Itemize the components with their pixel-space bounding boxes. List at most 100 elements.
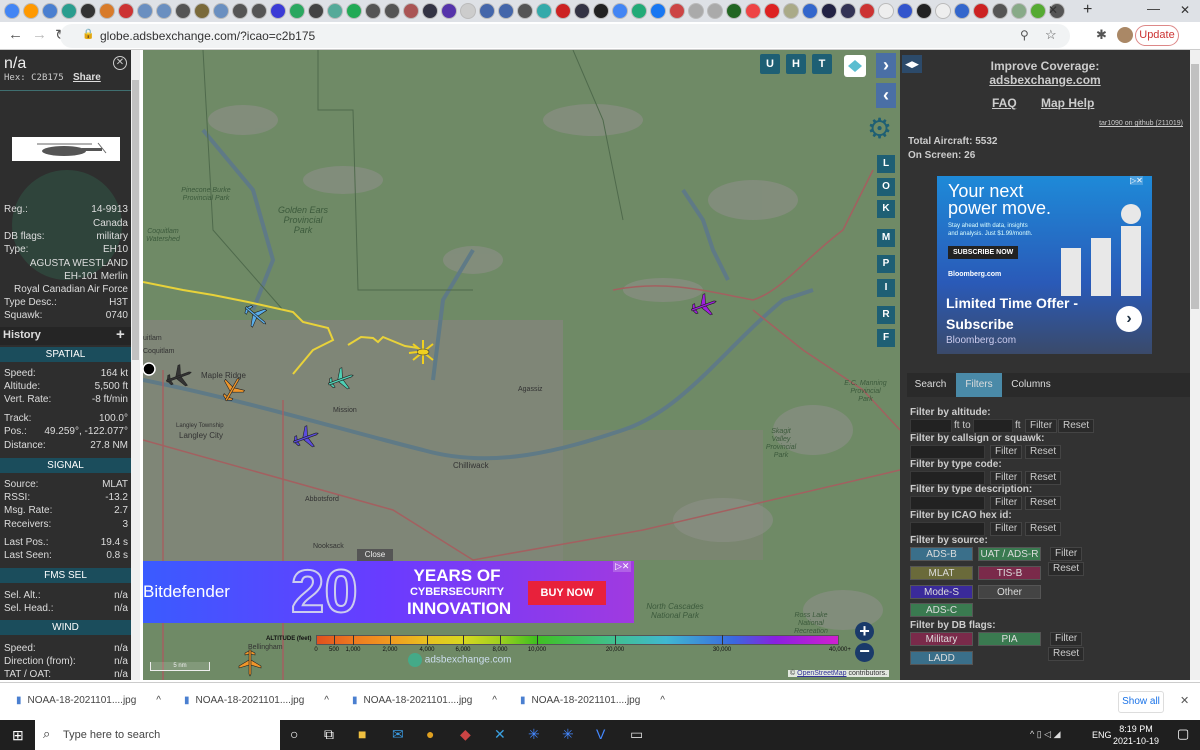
right-scrollbar[interactable]: [1190, 50, 1200, 680]
layers-button[interactable]: [844, 55, 866, 77]
flag-chip-military[interactable]: Military: [910, 632, 973, 646]
adchoices-icon[interactable]: ▷✕: [613, 561, 632, 572]
pinned-tab-favicon[interactable]: [707, 3, 723, 19]
expand-right-button[interactable]: ›: [876, 53, 896, 78]
window-close-icon[interactable]: ✕: [1180, 3, 1190, 17]
back-icon[interactable]: ←: [8, 26, 23, 43]
vscode-icon[interactable]: V: [596, 726, 605, 742]
tab-filters[interactable]: Filters: [956, 373, 1002, 397]
close-tab-icon[interactable]: ✕: [1048, 3, 1058, 17]
pinned-tab-favicon[interactable]: [1011, 3, 1027, 19]
toggle-sidebar-button[interactable]: ◀▶: [902, 55, 922, 73]
pinned-tab-favicon[interactable]: [175, 3, 191, 19]
download-item[interactable]: ▮ NOAA-18-2021101....jpg ^: [184, 695, 329, 706]
chevron-up-icon[interactable]: ^: [156, 695, 161, 706]
show-all-button[interactable]: Show all: [1118, 691, 1164, 713]
callsign-filter-button[interactable]: Filter: [990, 445, 1023, 459]
map-button-k[interactable]: K: [877, 200, 895, 218]
app-icon[interactable]: ✳: [562, 726, 574, 743]
pinned-tab-favicon[interactable]: [669, 3, 685, 19]
pinned-tab-favicon[interactable]: [916, 3, 932, 19]
callsign-reset-button[interactable]: Reset: [1025, 445, 1062, 459]
ad-next-button[interactable]: ›: [1116, 306, 1142, 332]
pinned-tab-favicon[interactable]: [1030, 3, 1046, 19]
chevron-up-icon[interactable]: ^: [324, 695, 329, 706]
typecode-reset-button[interactable]: Reset: [1025, 471, 1062, 485]
share-link[interactable]: Share: [73, 72, 101, 83]
pinned-tab-favicon[interactable]: [61, 3, 77, 19]
pinned-tab-favicon[interactable]: [384, 3, 400, 19]
pinned-tab-favicon[interactable]: [574, 3, 590, 19]
map-button-i[interactable]: I: [877, 279, 895, 297]
download-item[interactable]: ▮ NOAA-18-2021101....jpg ^: [16, 695, 161, 706]
ad-buy-now-button[interactable]: BUY NOW: [528, 581, 606, 605]
ad-close-button[interactable]: Close: [357, 549, 393, 561]
pinned-tab-favicon[interactable]: [441, 3, 457, 19]
file-explorer-icon[interactable]: ■: [358, 726, 366, 742]
version-link[interactable]: tar1090 on github (211019): [1083, 120, 1183, 127]
pinned-tab-favicon[interactable]: [688, 3, 704, 19]
expand-plus-icon[interactable]: +: [116, 326, 125, 343]
map-button-h[interactable]: H: [786, 54, 806, 74]
windows-start-icon[interactable]: ⊞: [12, 727, 24, 744]
aircraft-marker[interactable]: [239, 299, 273, 333]
pinned-tab-favicon[interactable]: [479, 3, 495, 19]
language-indicator[interactable]: ENG: [1092, 730, 1112, 740]
url-field[interactable]: 🔒 globe.adsbexchange.com/?icao=c2b175 ⚲ …: [60, 24, 1070, 48]
source-reset-button[interactable]: Reset: [1048, 562, 1085, 576]
pinned-tab-favicon[interactable]: [840, 3, 856, 19]
aircraft-marker[interactable]: [325, 365, 357, 395]
pinned-tab-favicon[interactable]: [194, 3, 210, 19]
history-header[interactable]: History +: [0, 326, 131, 345]
pinned-tab-favicon[interactable]: [156, 3, 172, 19]
altitude-min-input[interactable]: [910, 419, 952, 433]
app-icon[interactable]: ✳: [528, 726, 540, 743]
flags-filter-button[interactable]: Filter: [1050, 632, 1083, 646]
map-button-f[interactable]: F: [877, 329, 895, 347]
typecode-input[interactable]: [910, 471, 985, 485]
bloomberg-ad[interactable]: Your next power move. Stay ahead with dat…: [937, 176, 1152, 354]
pinned-tab-favicon[interactable]: [365, 3, 381, 19]
task-view-icon[interactable]: ⧉: [324, 726, 334, 743]
pinned-tab-favicon[interactable]: [650, 3, 666, 19]
source-chip-3[interactable]: TIS-B: [978, 566, 1041, 580]
settings-gear-icon[interactable]: ⚙: [867, 115, 892, 143]
zoom-out-button[interactable]: −: [855, 642, 874, 662]
pinned-tab-favicon[interactable]: [802, 3, 818, 19]
map-button-l[interactable]: L: [877, 155, 895, 173]
flag-chip-ladd[interactable]: LADD: [910, 651, 973, 665]
adsbx-link[interactable]: adsbexchange.com: [945, 73, 1145, 87]
clock[interactable]: 8:19 PM 2021-10-19: [1113, 723, 1159, 747]
source-chip-1[interactable]: UAT / ADS-R: [978, 547, 1041, 561]
pinned-tab-favicon[interactable]: [308, 3, 324, 19]
cortana-icon[interactable]: ○: [290, 726, 298, 742]
app-icon[interactable]: ✕: [494, 726, 506, 743]
pinned-tab-favicon[interactable]: [764, 3, 780, 19]
pinned-tab-favicon[interactable]: [327, 3, 343, 19]
source-chip-5[interactable]: Other: [978, 585, 1041, 599]
forward-icon[interactable]: →: [32, 26, 47, 43]
pinned-tab-favicon[interactable]: [23, 3, 39, 19]
icao-reset-button[interactable]: Reset: [1025, 522, 1062, 536]
aircraft-marker[interactable]: [216, 372, 248, 406]
app-icon[interactable]: ◆: [460, 726, 471, 743]
close-panel-icon[interactable]: ✕: [113, 56, 127, 70]
pinned-tab-favicon[interactable]: [460, 3, 476, 19]
flag-chip-pia[interactable]: PIA: [978, 632, 1041, 646]
collapse-left-button[interactable]: ‹: [876, 83, 896, 108]
source-chip-2[interactable]: MLAT: [910, 566, 973, 580]
aircraft-photo[interactable]: [12, 137, 120, 161]
pinned-tab-favicon[interactable]: [821, 3, 837, 19]
pinned-tab-favicon[interactable]: [289, 3, 305, 19]
taskbar-search-box[interactable]: ⌕ Type here to search: [35, 720, 280, 750]
aircraft-marker[interactable]: [238, 649, 262, 677]
zoom-in-button[interactable]: +: [855, 622, 874, 641]
pinned-tab-favicon[interactable]: [878, 3, 894, 19]
pinned-tab-favicon[interactable]: [745, 3, 761, 19]
download-item[interactable]: ▮ NOAA-18-2021101....jpg ^: [352, 695, 497, 706]
map-help-link[interactable]: Map Help: [1041, 96, 1094, 110]
pinned-tab-favicon[interactable]: [422, 3, 438, 19]
chevron-up-icon[interactable]: ^: [492, 695, 497, 706]
typedesc-filter-button[interactable]: Filter: [990, 496, 1023, 510]
altitude-reset-button[interactable]: Reset: [1058, 419, 1095, 433]
